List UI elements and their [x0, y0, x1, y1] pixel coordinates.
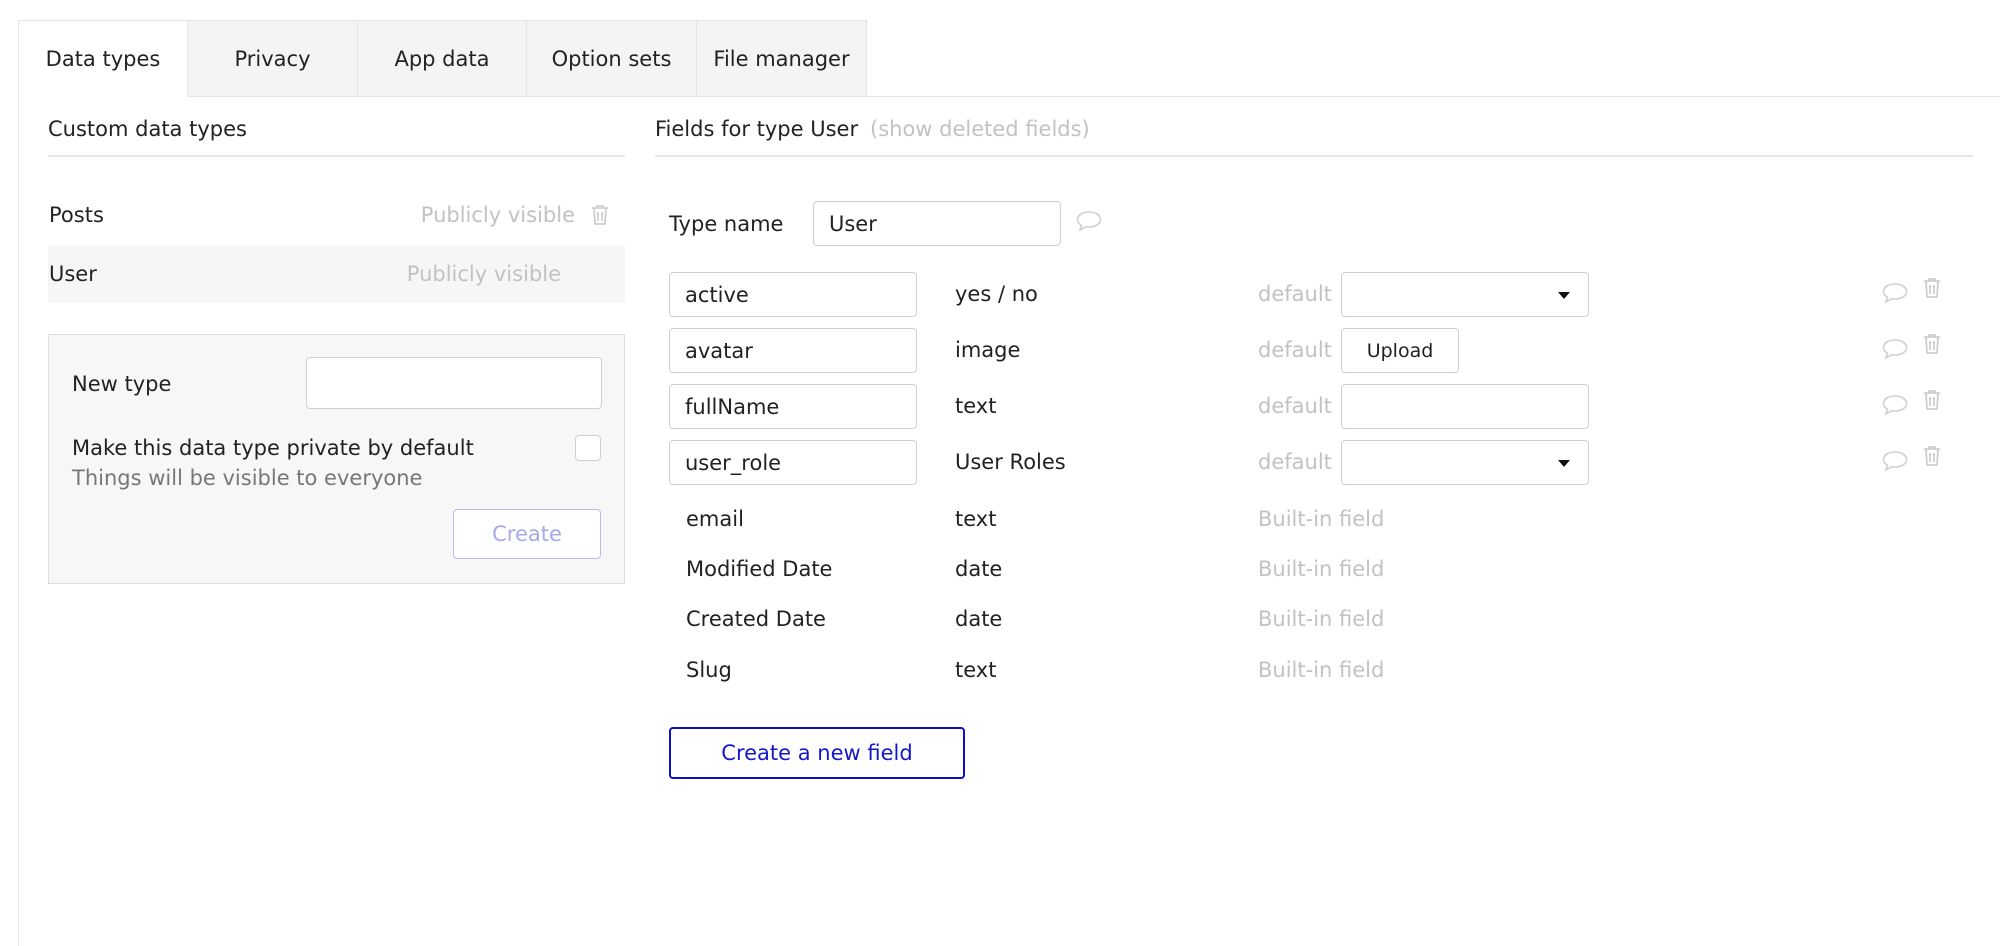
data-type-visibility: Publicly visible: [406, 262, 561, 286]
show-deleted-fields-link[interactable]: (show deleted fields): [870, 117, 1090, 141]
builtin-field-name: Created Date: [686, 607, 826, 631]
field-type: User Roles: [955, 450, 1066, 474]
builtin-field-name: Slug: [686, 658, 732, 682]
default-label: default: [1258, 394, 1332, 418]
builtin-field-type: date: [955, 557, 1003, 581]
default-label: default: [1258, 282, 1332, 306]
create-new-field-button[interactable]: Create a new field: [669, 727, 965, 779]
data-type-name: Posts: [49, 203, 104, 227]
trash-icon[interactable]: [1923, 333, 1941, 355]
default-text-input[interactable]: [1341, 384, 1589, 429]
default-label: default: [1258, 450, 1332, 474]
builtin-field-type: text: [955, 658, 997, 682]
type-name-label: Type name: [669, 212, 784, 236]
tab-divider: [867, 96, 2000, 97]
tab-data-types[interactable]: Data types: [18, 20, 188, 97]
default-select[interactable]: [1341, 440, 1589, 485]
private-hint: Things will be visible to everyone: [72, 466, 423, 490]
trash-icon[interactable]: [589, 203, 611, 227]
private-by-default-label: Make this data type private by default: [72, 436, 474, 460]
create-type-button[interactable]: Create: [453, 509, 601, 559]
upload-button[interactable]: Upload: [1341, 328, 1459, 373]
right-divider: [655, 155, 1973, 157]
fields-title: Fields for type User: [655, 117, 859, 141]
caret-down-icon: [1558, 292, 1570, 299]
new-type-input[interactable]: [306, 357, 602, 409]
field-name-input[interactable]: [669, 328, 917, 373]
caret-down-icon: [1558, 460, 1570, 467]
comment-icon[interactable]: [1881, 281, 1909, 305]
builtin-field-type: date: [955, 607, 1003, 631]
custom-data-types-title: Custom data types: [48, 117, 247, 141]
field-name-input[interactable]: [669, 272, 917, 317]
field-type: text: [955, 394, 997, 418]
default-label: default: [1258, 338, 1332, 362]
builtin-field-type: text: [955, 507, 997, 531]
left-divider: [48, 155, 625, 157]
comment-icon[interactable]: [1881, 337, 1909, 361]
trash-icon[interactable]: [1923, 389, 1941, 411]
data-type-row-posts[interactable]: Posts Publicly visible: [48, 186, 625, 244]
tab-label: Data types: [45, 46, 161, 71]
tab-bar: Data types Privacy App data Option sets …: [18, 20, 867, 97]
private-checkbox[interactable]: [575, 435, 601, 461]
data-type-row-user[interactable]: User Publicly visible: [48, 245, 625, 303]
builtin-field-note: Built-in field: [1258, 557, 1385, 581]
field-name-input[interactable]: [669, 440, 917, 485]
builtin-field-note: Built-in field: [1258, 507, 1385, 531]
tab-label: Privacy: [234, 46, 311, 71]
trash-icon[interactable]: [1923, 277, 1941, 299]
tab-privacy[interactable]: Privacy: [188, 20, 358, 97]
comment-icon[interactable]: [1881, 393, 1909, 417]
tab-option-sets[interactable]: Option sets: [527, 20, 697, 97]
builtin-field-note: Built-in field: [1258, 658, 1385, 682]
comment-icon[interactable]: [1075, 209, 1103, 233]
field-type: yes / no: [955, 282, 1038, 306]
data-type-visibility: Publicly visible: [420, 203, 575, 227]
field-name-input[interactable]: [669, 384, 917, 429]
tab-file-manager[interactable]: File manager: [697, 20, 867, 97]
tab-label: File manager: [713, 46, 850, 71]
data-type-name: User: [49, 262, 97, 286]
panel-border: [18, 97, 19, 946]
comment-icon[interactable]: [1881, 449, 1909, 473]
default-select[interactable]: [1341, 272, 1589, 317]
tab-app-data[interactable]: App data: [358, 20, 527, 97]
builtin-field-note: Built-in field: [1258, 607, 1385, 631]
new-type-label: New type: [72, 372, 172, 396]
field-type: image: [955, 338, 1021, 362]
tab-label: Option sets: [551, 46, 672, 71]
trash-icon[interactable]: [1923, 445, 1941, 467]
builtin-field-name: Modified Date: [686, 557, 833, 581]
tab-label: App data: [394, 46, 490, 71]
type-name-input[interactable]: [813, 201, 1061, 246]
builtin-field-name: email: [686, 507, 744, 531]
